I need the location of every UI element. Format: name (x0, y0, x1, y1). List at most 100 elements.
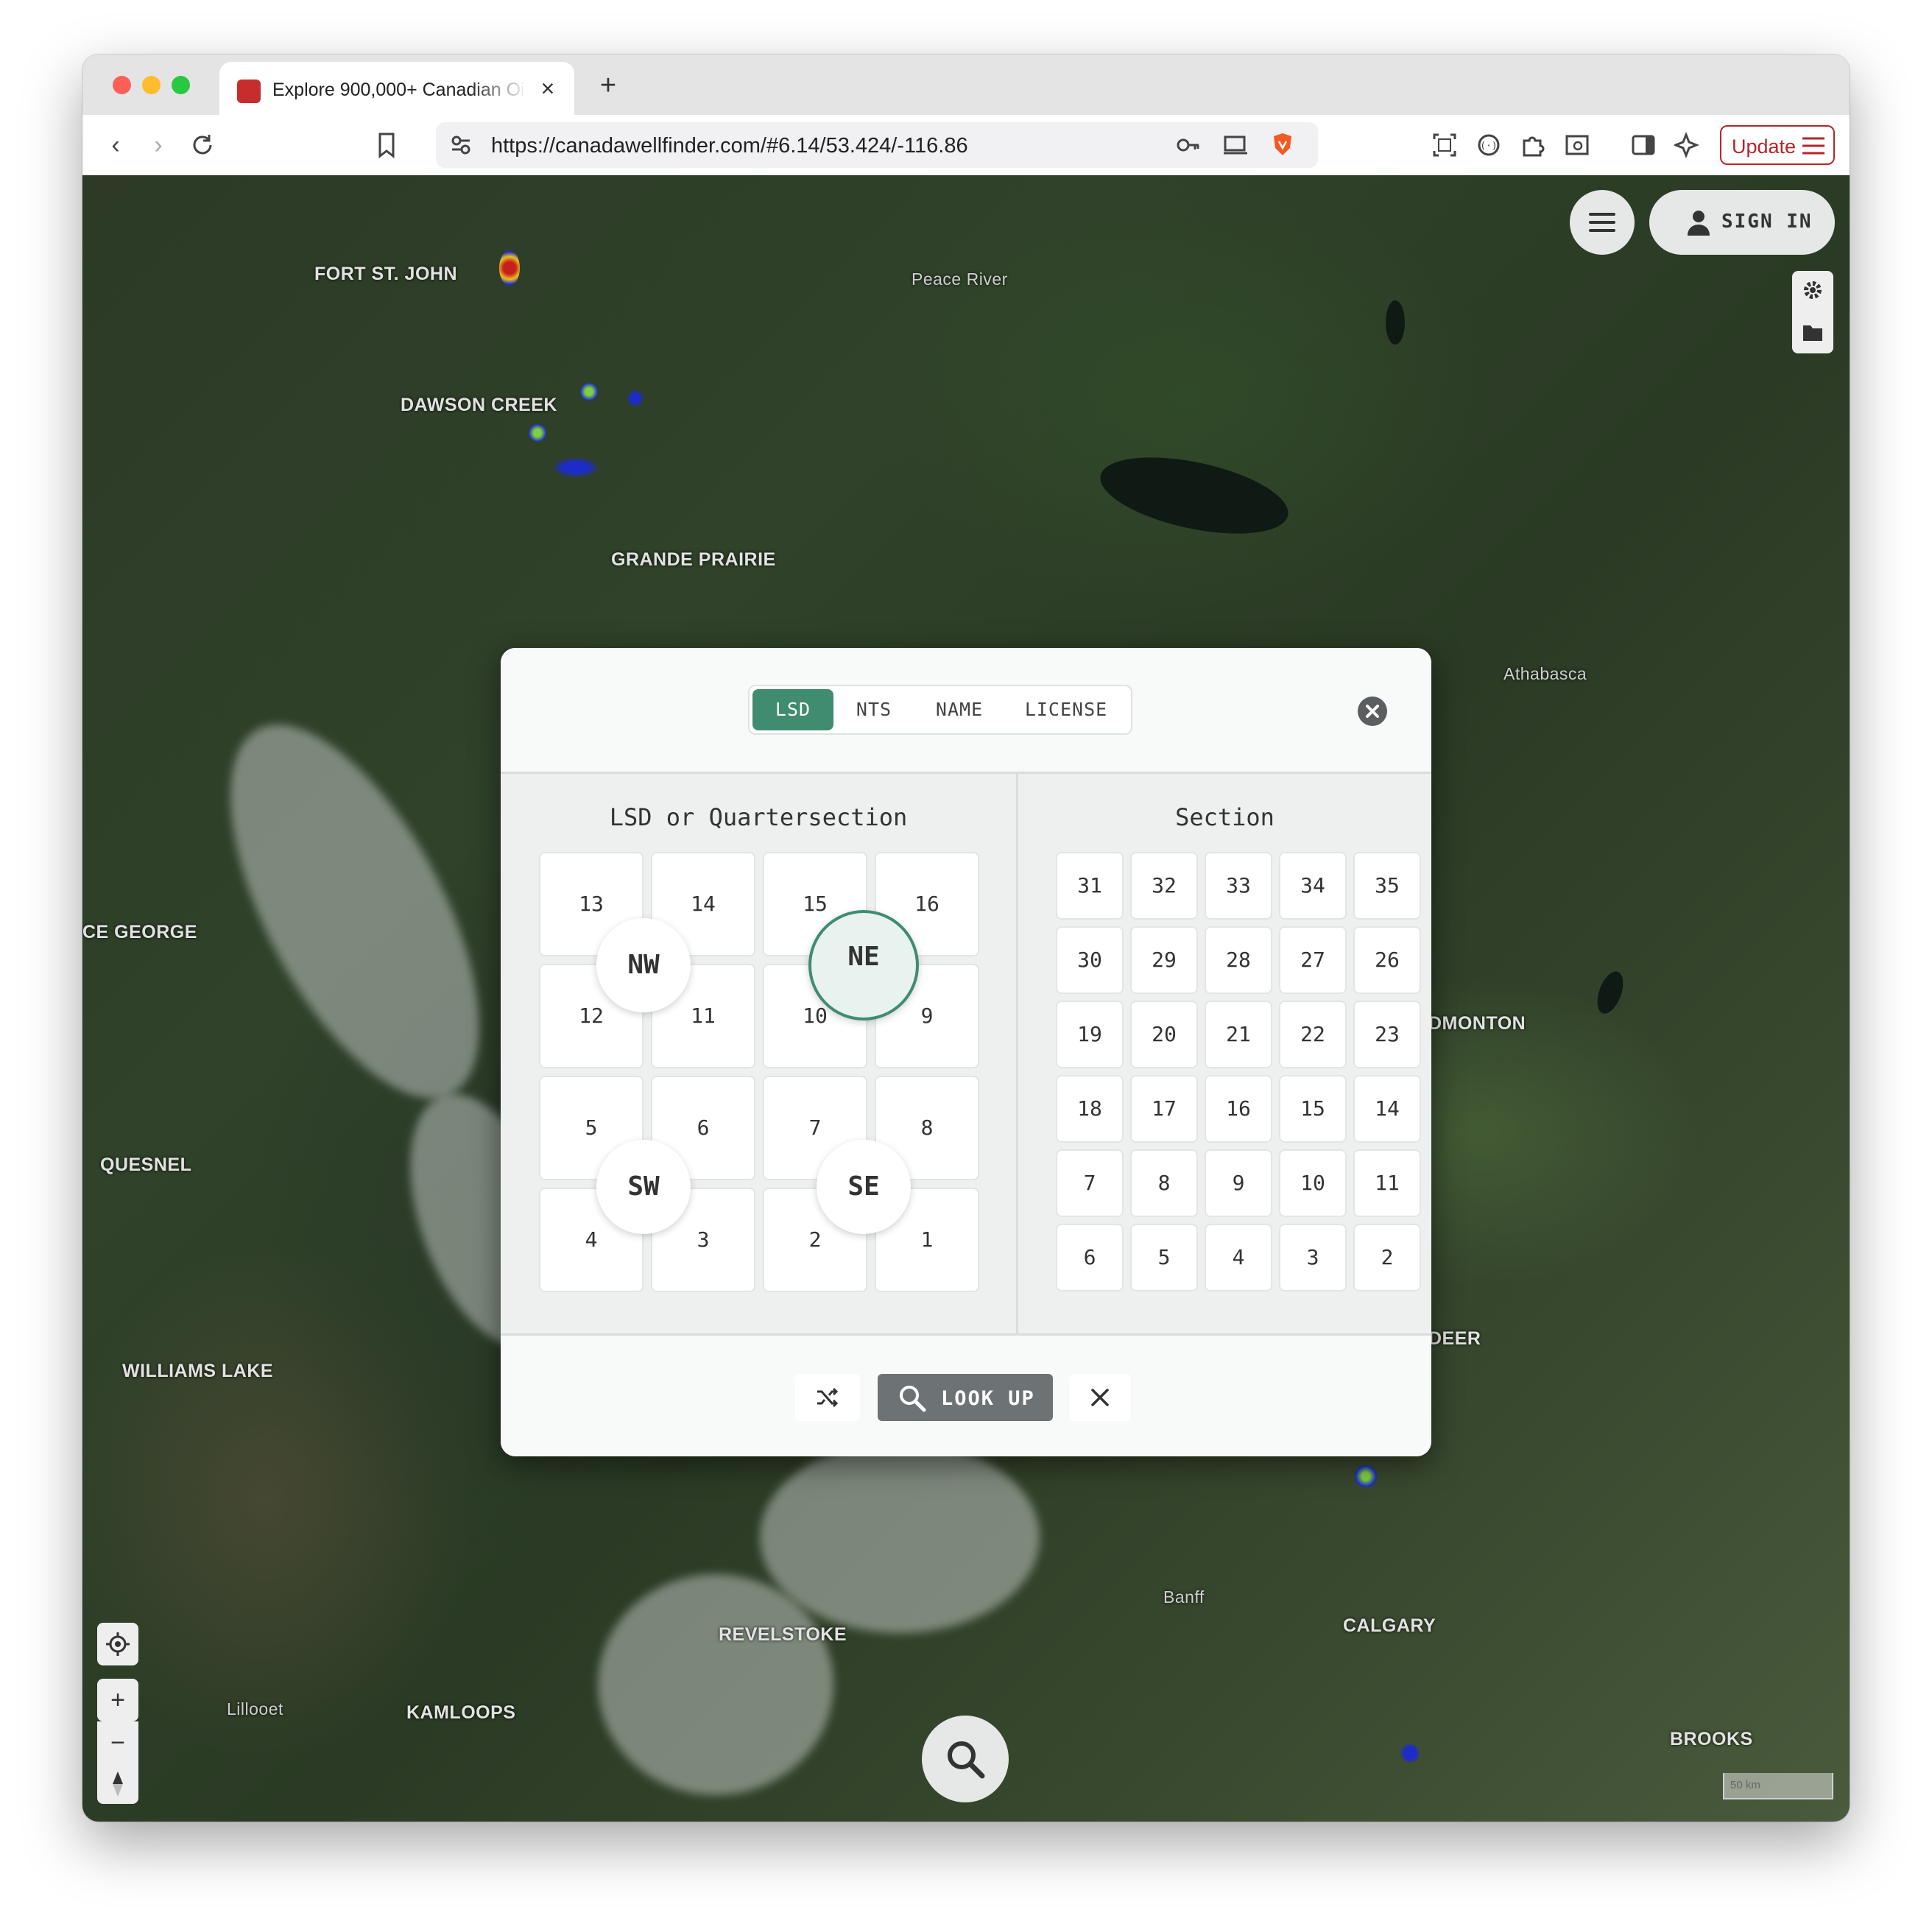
map-label: BROOKS (1670, 1729, 1753, 1749)
section-cell[interactable]: 18 (1056, 1075, 1124, 1143)
browser-toolbar: ‹ › https://canadawellfinder.com/#6.14/5… (82, 115, 1850, 176)
section-cell[interactable]: 2 (1353, 1224, 1421, 1291)
reader-icon[interactable] (1564, 132, 1590, 158)
leo-ai-icon[interactable] (1674, 132, 1701, 158)
map-label: Athabasca (1503, 664, 1587, 683)
section-cell[interactable]: 31 (1056, 852, 1124, 920)
favicon-icon (237, 80, 261, 103)
look-up-button[interactable]: LOOK UP (878, 1374, 1053, 1421)
tab-lsd[interactable]: LSD (752, 689, 833, 730)
section-cell[interactable]: 19 (1056, 1001, 1124, 1068)
install-app-icon[interactable] (1222, 132, 1249, 158)
puzzle-extensions-icon[interactable] (1520, 132, 1546, 158)
section-cell[interactable]: 32 (1130, 852, 1198, 920)
section-cell[interactable]: 4 (1205, 1224, 1272, 1291)
key-icon[interactable] (1175, 132, 1202, 158)
reload-button[interactable] (186, 128, 219, 162)
update-button[interactable]: Update (1720, 125, 1835, 165)
site-settings-icon[interactable] (448, 132, 474, 158)
browser-tab[interactable]: Explore 900,000+ Canadian Oil & Gas Well… (219, 62, 574, 115)
map-scale: 50 km (1723, 1773, 1833, 1799)
well-heatspot[interactable] (1355, 1465, 1377, 1487)
sign-in-button[interactable]: SIGN IN (1649, 190, 1835, 255)
section-cell[interactable]: 9 (1205, 1149, 1272, 1217)
new-tab-button[interactable]: + (592, 69, 624, 102)
close-window-button[interactable] (113, 76, 131, 94)
map-label: DMONTON (1428, 1013, 1526, 1034)
forward-button[interactable]: › (141, 128, 175, 162)
section-cell[interactable]: 33 (1205, 852, 1272, 920)
section-cell[interactable]: 3 (1279, 1224, 1347, 1291)
search-fab-button[interactable] (922, 1716, 1009, 1802)
search-icon (948, 1741, 985, 1779)
random-lookup-button[interactable] (795, 1374, 860, 1421)
menu-icon (1802, 137, 1825, 155)
quarter-ne-button[interactable]: NE (808, 910, 919, 1020)
well-heatspot[interactable] (627, 390, 644, 406)
address-bar[interactable]: https://canadawellfinder.com/#6.14/53.42… (436, 122, 1318, 168)
zoom-in-button[interactable]: + (97, 1679, 138, 1721)
section-cell[interactable]: 27 (1279, 926, 1347, 994)
map-zoom-controls: + − (97, 1623, 138, 1804)
tab-name[interactable]: NAME (914, 689, 1004, 730)
modal-close-button[interactable] (1358, 697, 1387, 726)
section-cell[interactable]: 6 (1056, 1224, 1124, 1291)
quarter-sw-button[interactable]: SW (596, 1140, 691, 1234)
section-cell[interactable]: 10 (1279, 1149, 1347, 1217)
well-heatspot[interactable] (580, 383, 598, 401)
section-cell[interactable]: 22 (1279, 1001, 1347, 1068)
map-label: WILLIAMS LAKE (122, 1361, 274, 1381)
lsd-panel-title: LSD or Quartersection (609, 803, 908, 831)
well-heatspot[interactable] (1400, 1744, 1420, 1763)
screenshot-icon[interactable] (1431, 132, 1458, 158)
section-cell[interactable]: 8 (1130, 1149, 1198, 1217)
section-cell[interactable]: 20 (1130, 1001, 1198, 1068)
section-cell[interactable]: 30 (1056, 926, 1124, 994)
quarter-nw-button[interactable]: NW (596, 918, 691, 1012)
section-cell[interactable]: 34 (1279, 852, 1347, 920)
section-cell[interactable]: 16 (1205, 1075, 1272, 1143)
well-heatspot[interactable] (554, 458, 598, 477)
tab-nts[interactable]: NTS (833, 689, 914, 730)
shuffle-icon (817, 1387, 839, 1408)
maximize-window-button[interactable] (172, 76, 190, 94)
well-heatspot[interactable] (499, 250, 520, 286)
map-label: Lillooet (227, 1699, 283, 1718)
section-cell[interactable]: 28 (1205, 926, 1272, 994)
bookmark-icon[interactable] (370, 128, 403, 162)
section-cell[interactable]: 7 (1056, 1149, 1124, 1217)
map-label: CE GEORGE (82, 922, 197, 942)
section-cell[interactable]: 14 (1353, 1075, 1421, 1143)
brave-shield-icon[interactable] (1269, 131, 1296, 158)
title-bar: Explore 900,000+ Canadian Oil & Gas Well… (82, 54, 1850, 115)
back-button[interactable]: ‹ (99, 128, 133, 162)
map-label: FORT ST. JOHN (314, 264, 458, 284)
section-cell[interactable]: 5 (1130, 1224, 1198, 1291)
compass-button[interactable] (97, 1764, 138, 1804)
map-label: QUESNEL (100, 1154, 192, 1175)
section-cell[interactable]: 17 (1130, 1075, 1198, 1143)
close-icon (1366, 705, 1379, 718)
section-cell[interactable]: 35 (1353, 852, 1421, 920)
quarter-se-button[interactable]: SE (817, 1140, 911, 1234)
tab-license[interactable]: LICENSE (1004, 689, 1128, 730)
folder-icon[interactable] (1802, 322, 1823, 342)
gear-icon[interactable] (1802, 280, 1823, 300)
sidebar-toggle-icon[interactable] (1630, 132, 1657, 158)
tab-close-icon[interactable]: × (533, 74, 563, 103)
clear-button[interactable] (1069, 1374, 1131, 1421)
map-menu-button[interactable] (1570, 190, 1635, 255)
section-cell[interactable]: 21 (1205, 1001, 1272, 1068)
locate-icon (106, 1632, 130, 1656)
section-cell[interactable]: 23 (1353, 1001, 1421, 1068)
extension-icon[interactable]: (·) (1476, 132, 1502, 158)
section-cell[interactable]: 11 (1353, 1149, 1421, 1217)
zoom-out-button[interactable]: − (97, 1721, 138, 1764)
section-cell[interactable]: 26 (1353, 926, 1421, 994)
locate-button[interactable] (97, 1623, 138, 1665)
well-heatspot[interactable] (529, 424, 546, 442)
section-cell[interactable]: 29 (1130, 926, 1198, 994)
minimize-window-button[interactable] (142, 76, 161, 94)
section-cell[interactable]: 15 (1279, 1075, 1347, 1143)
page-viewport: FORT ST. JOHN Peace River DAWSON CREEK G… (82, 175, 1850, 1822)
